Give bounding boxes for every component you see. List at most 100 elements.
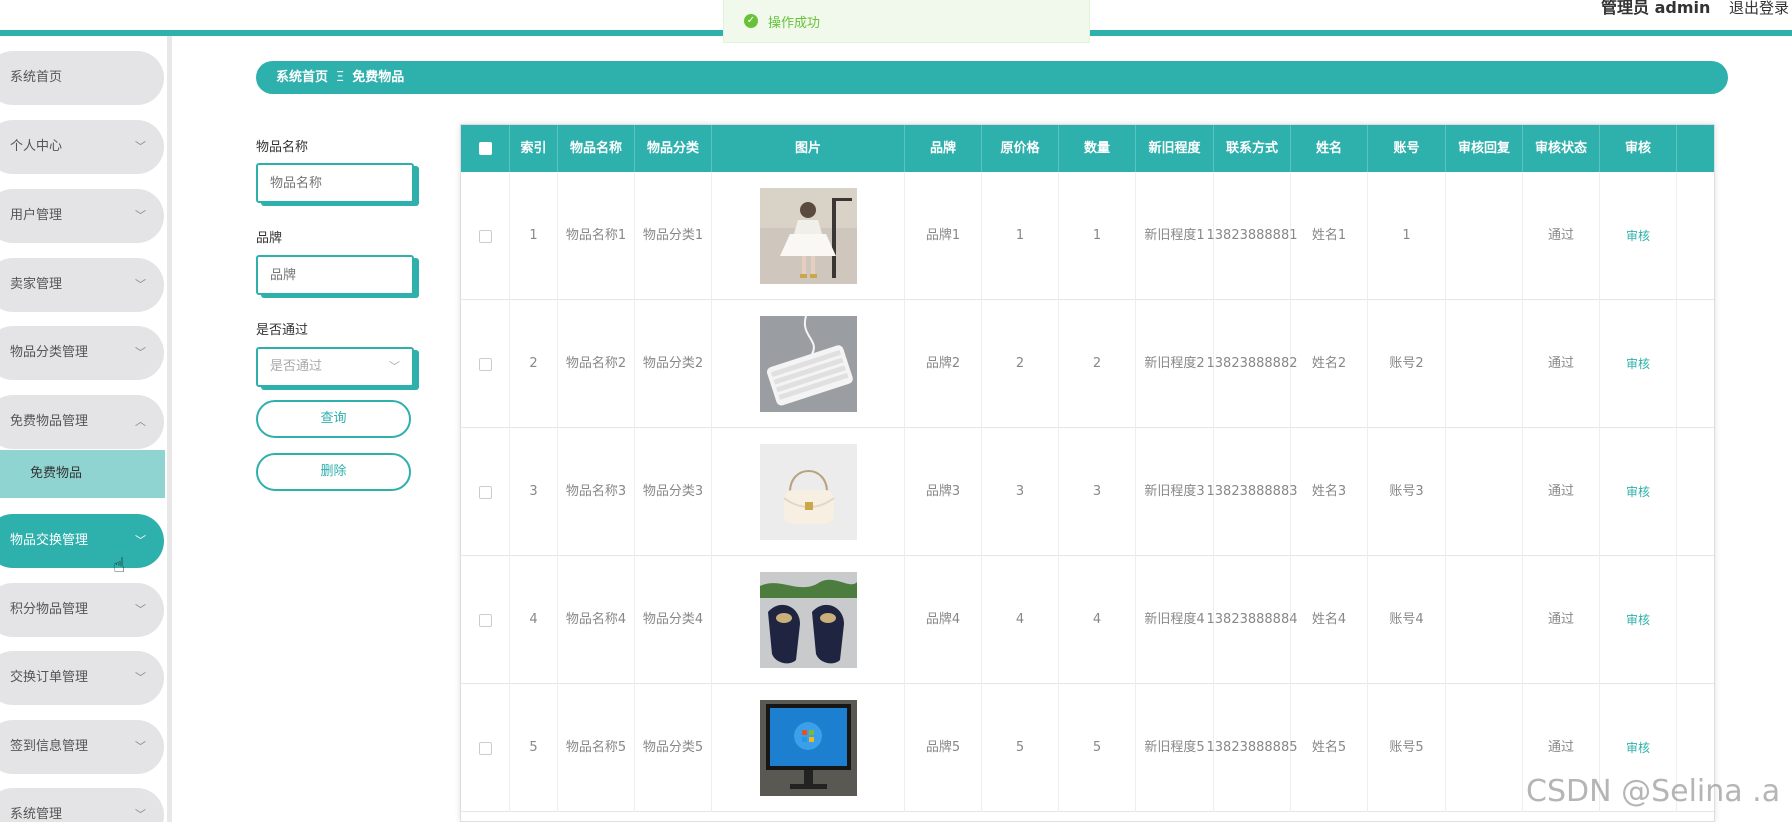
query-button[interactable]: 查询 xyxy=(256,400,411,438)
action-cell: 审核 xyxy=(1600,172,1677,300)
cell-contact: 13823888882 xyxy=(1207,300,1298,428)
column-header[interactable]: 审核状态 xyxy=(1523,125,1600,172)
cell-category: 物品分类2 xyxy=(635,300,712,428)
cell-qty: 5 xyxy=(1059,684,1136,812)
cell-status: 通过 xyxy=(1523,300,1600,428)
column-header[interactable]: 索引 xyxy=(510,125,558,172)
row-select-cell xyxy=(461,300,510,428)
sidebar-item-orders[interactable]: 交换订单管理 ﹀ xyxy=(0,651,164,705)
cell-reply xyxy=(1446,556,1523,684)
sidebar-item-home[interactable]: 系统首页 xyxy=(0,51,164,105)
chevron-down-icon: ﹀ xyxy=(135,534,146,547)
select-all-cell xyxy=(461,125,510,172)
table-header: 索引 物品名称 物品分类 图片 品牌 原价格 数量 新旧程度 联系方式 姓名 账… xyxy=(461,125,1714,172)
sidebar-item-categories[interactable]: 物品分类管理 ﹀ xyxy=(0,326,164,380)
row-select-cell xyxy=(461,684,510,812)
chevron-down-icon: ﹀ xyxy=(135,671,146,684)
sidebar-item-exchange[interactable]: 物品交换管理 ﹀ xyxy=(0,514,164,568)
brand-input[interactable] xyxy=(256,255,414,295)
column-header[interactable]: 账号 xyxy=(1368,125,1446,172)
review-link[interactable]: 审核 xyxy=(1626,737,1650,759)
column-header[interactable]: 审核 xyxy=(1600,125,1677,172)
image-cell xyxy=(712,172,905,300)
chevron-up-icon: ︿ xyxy=(135,415,146,428)
pass-label: 是否通过 xyxy=(256,323,309,338)
column-header[interactable]: 图片 xyxy=(712,125,905,172)
cell-qty: 1 xyxy=(1059,172,1136,300)
name-input[interactable] xyxy=(256,163,414,203)
sidebar-item-checkin[interactable]: 签到信息管理 ﹀ xyxy=(0,720,164,774)
cell-person: 姓名2 xyxy=(1291,300,1368,428)
cell-category: 物品分类4 xyxy=(635,556,712,684)
review-link[interactable]: 审核 xyxy=(1626,353,1650,375)
sidebar-item-sellers[interactable]: 卖家管理 ﹀ xyxy=(0,258,164,312)
cell-category: 物品分类5 xyxy=(635,684,712,812)
cell-price: 3 xyxy=(982,428,1059,556)
review-link[interactable]: 审核 xyxy=(1626,225,1650,247)
chevron-down-icon: ﹀ xyxy=(135,209,146,222)
row-checkbox[interactable] xyxy=(478,741,492,755)
item-image[interactable] xyxy=(759,572,857,668)
select-all-checkbox[interactable] xyxy=(478,142,492,155)
cell-name: 物品名称2 xyxy=(558,300,635,428)
logout-link[interactable]: 退出登录 xyxy=(1729,0,1789,16)
column-header[interactable]: 原价格 xyxy=(982,125,1059,172)
chevron-down-icon: ﹀ xyxy=(135,603,146,616)
row-checkbox[interactable] xyxy=(478,485,492,499)
breadcrumb: 系统首页 Ξ 免费物品 xyxy=(256,61,1728,94)
sidebar-item-label: 物品分类管理 xyxy=(10,345,89,360)
cell-price: 4 xyxy=(982,556,1059,684)
row-checkbox[interactable] xyxy=(478,613,492,627)
cell-person: 姓名5 xyxy=(1291,684,1368,812)
column-header[interactable]: 姓名 xyxy=(1291,125,1368,172)
row-checkbox[interactable] xyxy=(478,229,492,243)
empty-cell xyxy=(1677,428,1714,556)
hand-cursor-icon: ☝ xyxy=(113,553,126,577)
row-checkbox[interactable] xyxy=(478,357,492,371)
cell-brand: 品牌4 xyxy=(905,556,982,684)
column-header[interactable]: 联系方式 xyxy=(1214,125,1291,172)
cell-name: 物品名称4 xyxy=(558,556,635,684)
breadcrumb-home[interactable]: 系统首页 xyxy=(276,70,328,85)
item-image[interactable] xyxy=(759,700,857,796)
cell-qty: 3 xyxy=(1059,428,1136,556)
cell-index: 4 xyxy=(510,556,558,684)
image-cell xyxy=(712,300,905,428)
cell-brand: 品牌3 xyxy=(905,428,982,556)
chevron-down-icon: ﹀ xyxy=(135,740,146,753)
sidebar-item-users[interactable]: 用户管理 ﹀ xyxy=(0,189,164,243)
cell-brand: 品牌5 xyxy=(905,684,982,812)
item-image[interactable] xyxy=(759,188,857,284)
review-link[interactable]: 审核 xyxy=(1626,609,1650,631)
image-cell xyxy=(712,556,905,684)
sidebar-item-points-items[interactable]: 积分物品管理 ﹀ xyxy=(0,583,164,637)
sidebar-item-label: 物品交换管理 xyxy=(10,533,89,548)
sidebar-item-free-items[interactable]: 免费物品管理 ︿ xyxy=(0,395,164,449)
column-header[interactable]: 新旧程度 xyxy=(1136,125,1214,172)
delete-button[interactable]: 删除 xyxy=(256,453,411,491)
cell-status: 通过 xyxy=(1523,556,1600,684)
cell-condition: 新旧程度2 xyxy=(1136,300,1214,428)
column-header[interactable]: 物品分类 xyxy=(635,125,712,172)
sidebar-item-profile[interactable]: 个人中心 ﹀ xyxy=(0,120,164,174)
column-header[interactable]: 品牌 xyxy=(905,125,982,172)
review-link[interactable]: 审核 xyxy=(1626,481,1650,503)
cell-price: 2 xyxy=(982,300,1059,428)
row-select-cell xyxy=(461,172,510,300)
column-header[interactable]: 物品名称 xyxy=(558,125,635,172)
item-image[interactable] xyxy=(759,444,857,540)
sidebar-item-system[interactable]: 系统管理 ﹀ xyxy=(0,788,164,822)
cell-category: 物品分类1 xyxy=(635,172,712,300)
image-cell xyxy=(712,684,905,812)
item-image[interactable] xyxy=(759,316,857,412)
cell-status: 通过 xyxy=(1523,428,1600,556)
column-header[interactable]: 数量 xyxy=(1059,125,1136,172)
pass-select[interactable]: 是否通过 ﹀ xyxy=(256,347,414,387)
sidebar-subitem-free-items[interactable]: 免费物品 xyxy=(0,450,165,498)
check-icon: ✓ xyxy=(744,14,758,28)
column-header[interactable]: 审核回复 xyxy=(1446,125,1523,172)
chevron-down-icon: ﹀ xyxy=(389,360,400,373)
cell-index: 2 xyxy=(510,300,558,428)
table-row: 4 物品名称4 物品分类4 品牌4 4 4 新旧程度4 13823888884 姓名4 账号4 通过… xyxy=(461,556,1714,684)
cell-reply xyxy=(1446,428,1523,556)
